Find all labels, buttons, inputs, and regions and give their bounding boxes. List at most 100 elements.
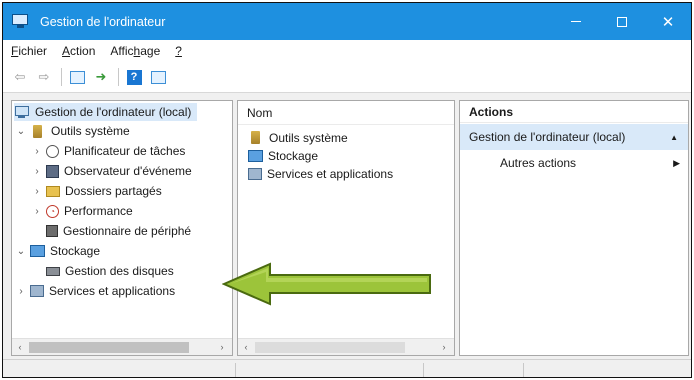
window-title: Gestion de l'ordinateur — [40, 14, 166, 29]
tree-item-outils-systeme[interactable]: ⌄ Outils système — [16, 122, 130, 140]
list-item-outils-systeme[interactable]: Outils système — [248, 129, 348, 146]
app-window: Gestion de l'ordinateur ✕ Fichier Action… — [2, 2, 692, 378]
annotation-arrow-icon — [222, 262, 431, 306]
toolbar-separator — [118, 68, 119, 86]
forward-arrow-icon[interactable]: ⇨ — [35, 68, 53, 86]
window-controls: ✕ — [553, 3, 691, 40]
performance-icon: ◔ — [46, 204, 59, 218]
computer-management-app-icon — [12, 13, 30, 30]
chevron-right-icon[interactable]: › — [32, 166, 42, 177]
show-hide-tree-icon[interactable] — [68, 68, 86, 86]
menu-affichage-label: age — [140, 44, 161, 58]
column-header-nom[interactable]: Nom — [238, 101, 454, 125]
show-hide-action-pane-icon[interactable] — [149, 68, 167, 86]
services-icon — [248, 167, 262, 180]
menu-fichier-label: ichier — [18, 44, 48, 58]
tree-item-observateur[interactable]: › Observateur d'événeme — [32, 162, 192, 180]
menu-help-accel: ? — [175, 44, 182, 58]
tree-item-label: Observateur d'événeme — [64, 164, 192, 178]
chevron-right-icon[interactable]: › — [32, 186, 42, 197]
tree-item-dossiers-partages[interactable]: › Dossiers partagés — [32, 182, 162, 200]
tools-icon — [33, 124, 42, 138]
collapse-up-icon[interactable]: ▲ — [670, 133, 678, 142]
menu-affichage[interactable]: Affichage — [110, 44, 160, 58]
list-item-label: Stockage — [268, 148, 319, 163]
help-icon[interactable]: ? — [125, 68, 143, 86]
device-manager-icon — [46, 225, 58, 237]
tools-icon — [251, 131, 260, 144]
scrollbar-thumb[interactable] — [255, 342, 405, 353]
toolbar-separator — [61, 68, 62, 86]
tree-item-label: Gestion des disques — [65, 264, 174, 278]
tree-item-label: Stockage — [50, 244, 101, 258]
actions-header: Actions — [460, 101, 688, 123]
status-bar — [3, 359, 691, 377]
storage-icon — [248, 149, 263, 162]
action-autres-actions[interactable]: Autres actions ▶ — [500, 153, 680, 173]
chevron-down-icon[interactable]: ⌄ — [16, 126, 26, 137]
menu-bar: Fichier Action Affichage ? — [3, 40, 691, 62]
tree-item-label: Planificateur de tâches — [64, 144, 186, 158]
list-horizontal-scrollbar[interactable]: ‹ › — [238, 338, 454, 355]
console-tree-pane[interactable]: Gestion de l'ordinateur (local) ⌄ Outils… — [11, 100, 233, 356]
scroll-left-icon[interactable]: ‹ — [238, 342, 254, 352]
toolbar: ⇦ ⇨ ➜ ? — [3, 62, 691, 93]
tree-item-label: Performance — [64, 204, 133, 218]
tree-item-gestionnaire-peripheriques[interactable]: Gestionnaire de périphé — [46, 222, 191, 240]
scroll-right-icon[interactable]: › — [436, 342, 452, 352]
chevron-right-icon[interactable]: › — [16, 286, 26, 297]
scrollbar-thumb[interactable] — [29, 342, 189, 353]
clock-icon — [46, 144, 59, 158]
menu-affichage-pre: Affic — [110, 44, 134, 58]
tree-horizontal-scrollbar[interactable]: ‹ › — [12, 338, 232, 355]
tree-item-label: Gestionnaire de périphé — [63, 224, 192, 238]
storage-icon — [30, 245, 45, 257]
column-header-label: Nom — [247, 105, 273, 120]
computer-icon — [14, 105, 30, 119]
tree-item-label: Dossiers partagés — [65, 184, 162, 198]
tree-item-gestion-des-disques[interactable]: Gestion des disques — [46, 262, 174, 280]
list-item-label: Services et applications — [267, 166, 394, 181]
tree-item-label: Outils système — [51, 124, 130, 138]
event-viewer-icon — [46, 164, 59, 178]
tree-item-label: Gestion de l'ordinateur (local) — [35, 105, 192, 119]
menu-action[interactable]: Action — [62, 44, 95, 58]
list-item-services-applications[interactable]: Services et applications — [248, 165, 393, 182]
scroll-left-icon[interactable]: ‹ — [12, 342, 28, 352]
action-item-label: Autres actions — [500, 156, 577, 170]
services-icon — [30, 285, 44, 297]
list-item-label: Outils système — [269, 130, 348, 145]
actions-pane: Actions Gestion de l'ordinateur (local) … — [459, 100, 689, 356]
title-bar[interactable]: Gestion de l'ordinateur ✕ — [3, 3, 691, 40]
status-separator — [423, 363, 424, 377]
tree-item-computer-management[interactable]: Gestion de l'ordinateur (local) — [14, 103, 198, 121]
actions-group-label: Gestion de l'ordinateur (local) — [469, 130, 626, 144]
disk-icon — [46, 266, 60, 276]
maximize-button[interactable] — [599, 3, 645, 40]
scroll-right-icon[interactable]: › — [214, 342, 230, 352]
chevron-right-icon[interactable]: › — [32, 206, 42, 217]
tree-item-stockage[interactable]: ⌄ Stockage — [16, 242, 100, 260]
menu-action-label: ction — [70, 44, 96, 58]
actions-group-computer-management[interactable]: Gestion de l'ordinateur (local) ▲ — [460, 124, 688, 150]
menu-action-accel: A — [62, 44, 71, 58]
status-separator — [235, 363, 236, 377]
chevron-down-icon[interactable]: ⌄ — [16, 246, 26, 257]
submenu-arrow-icon: ▶ — [673, 157, 680, 168]
tree-item-performance[interactable]: › ◔ Performance — [32, 202, 133, 220]
export-list-icon[interactable]: ➜ — [92, 68, 110, 86]
tree-item-services-applications[interactable]: › Services et applications — [16, 282, 175, 300]
tree-item-planificateur[interactable]: › Planificateur de tâches — [32, 142, 185, 160]
minimize-button[interactable] — [553, 3, 599, 40]
actions-header-label: Actions — [469, 104, 514, 119]
results-pane[interactable]: Nom Outils système Stockage Services et … — [237, 100, 455, 356]
maximize-icon — [617, 16, 627, 27]
chevron-right-icon[interactable]: › — [32, 146, 42, 157]
shared-folder-icon — [46, 185, 60, 197]
menu-fichier[interactable]: Fichier — [11, 44, 47, 58]
list-item-stockage[interactable]: Stockage — [248, 147, 318, 164]
menu-help[interactable]: ? — [175, 44, 182, 58]
back-arrow-icon[interactable]: ⇦ — [11, 68, 29, 86]
tree-item-label: Services et applications — [49, 284, 176, 298]
close-button[interactable]: ✕ — [645, 3, 691, 40]
